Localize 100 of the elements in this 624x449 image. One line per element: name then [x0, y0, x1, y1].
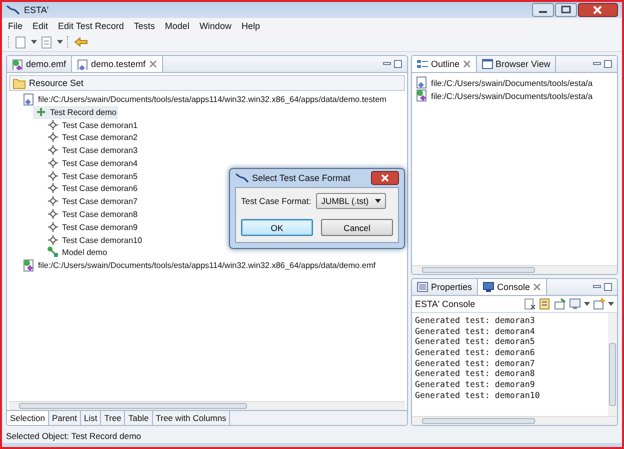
model-file-icon [416, 89, 428, 102]
horizontal-scrollbar[interactable] [9, 401, 405, 410]
close-icon[interactable] [578, 3, 618, 17]
new-console-icon[interactable] [593, 298, 605, 310]
menu-item[interactable]: Window [199, 20, 232, 30]
console-line: Generated test: demoran7 [415, 358, 536, 368]
tree-item[interactable]: Model demo [45, 246, 110, 260]
close-icon[interactable] [371, 171, 399, 185]
tab-label[interactable]: demo.testemf [91, 59, 146, 69]
dropdown-caret-icon[interactable] [584, 302, 590, 306]
diamond-node-icon [47, 182, 59, 196]
console-line: Generated test: demoran9 [415, 379, 536, 390]
editor-page-tab[interactable]: Tree [101, 411, 126, 425]
tree-item[interactable]: Test Case demoran2 [45, 131, 140, 144]
horizontal-scrollbar[interactable] [412, 416, 617, 425]
maximize-icon[interactable] [394, 60, 403, 68]
view-tab[interactable]: Console [478, 279, 548, 295]
editor-page-tab[interactable]: Parent [48, 411, 82, 425]
console-line: Generated test: demoran5 [415, 336, 536, 348]
outline-item[interactable]: file:/C:/Users/swain/Documents/tools/esta/a [416, 76, 613, 89]
properties-icon [417, 282, 428, 292]
format-dropdown[interactable]: JUMBL (.tst) [316, 193, 386, 209]
dropdown-caret-icon[interactable] [374, 199, 381, 203]
menu-item[interactable]: Edit [32, 20, 48, 30]
document-icon [416, 76, 428, 89]
tree-item[interactable]: file:/C:/Users/swain/Documents/tools/esta/apps114/win32.win32.x86_64/apps/data/demo.emf [21, 259, 378, 272]
minimize-icon[interactable] [593, 283, 602, 291]
display-console-icon[interactable] [569, 298, 581, 310]
outline-item[interactable]: file:/C:/Users/swain/Documents/tools/esta/a [416, 89, 613, 102]
scroll-lock-icon[interactable] [539, 298, 551, 310]
status-bar-text: Selected Object: Test Record demo [2, 428, 622, 443]
diamond-node-icon [47, 208, 59, 222]
minimize-icon[interactable] [383, 60, 392, 68]
model-file-icon [23, 259, 35, 272]
document-icon [77, 58, 88, 70]
vertical-scrollbar[interactable] [608, 313, 617, 416]
tree-item[interactable]: Test Case demoran4 [45, 156, 140, 170]
view-tab[interactable]: Outline [412, 56, 477, 72]
menu-item[interactable]: Help [241, 20, 260, 30]
document-icon [23, 92, 35, 106]
model-file-icon [12, 58, 23, 70]
tree-item[interactable]: Test Case demoran7 [45, 195, 140, 208]
dropdown-caret-icon[interactable] [608, 302, 614, 306]
dropdown-caret-icon[interactable] [57, 40, 63, 44]
browser-window-icon [482, 58, 493, 70]
minimize-icon[interactable] [593, 60, 602, 68]
diamond-node-icon [47, 195, 59, 208]
dialog-button[interactable]: OK [241, 219, 313, 236]
back-arrow-icon[interactable] [74, 37, 88, 47]
console-line: Generated test: demoran4 [415, 326, 536, 336]
tree-item[interactable]: Test Case demoran9 [45, 220, 140, 234]
app-logo-icon [235, 172, 249, 184]
menu-item[interactable]: Edit Test Record [58, 20, 124, 30]
editor-page-tab[interactable]: Table [125, 411, 153, 425]
app-logo-icon [6, 4, 20, 16]
field-label: Test Case Format: [241, 196, 312, 206]
editor-page-tab[interactable]: Selection [7, 411, 49, 425]
menu-item[interactable]: Tests [134, 20, 155, 30]
horizontal-scrollbar[interactable] [412, 265, 617, 274]
clear-console-icon[interactable] [524, 298, 536, 310]
maximize-icon[interactable] [604, 283, 613, 291]
pin-console-icon[interactable] [554, 298, 566, 310]
header-text: Resource Set [29, 78, 84, 88]
console-line: Generated test: demoran8 [415, 368, 536, 380]
dropdown-caret-icon[interactable] [31, 40, 37, 44]
tab-label[interactable]: Console [497, 282, 530, 292]
view-tab[interactable]: demo.testemf [72, 56, 163, 72]
tab-label[interactable]: demo.emf [26, 59, 66, 69]
menu-item[interactable]: File [8, 20, 23, 30]
minimize-icon[interactable] [532, 3, 554, 17]
console-line: Generated test: demoran6 [415, 347, 536, 358]
editor-page-tab[interactable]: Tree with Columns [152, 411, 230, 425]
console-title: ESTA' Console [415, 299, 476, 309]
tab-label[interactable]: Properties [431, 282, 472, 292]
monitor-icon [483, 282, 494, 292]
view-tab[interactable]: Browser View [476, 56, 556, 72]
tree-item[interactable]: Test Case demoran5 [45, 170, 140, 183]
maximize-icon[interactable] [604, 60, 613, 68]
diamond-node-icon [47, 144, 59, 158]
diamond-node-icon [47, 234, 59, 247]
tree-item[interactable]: Test Case demoran6 [45, 182, 140, 196]
tree-item[interactable]: file:/C:/Users/swain/Documents/tools/esta/apps114/win32.win32.x86_64/apps/data/demo.testem [21, 92, 388, 106]
maximize-icon[interactable] [555, 3, 577, 17]
tab-label[interactable]: Browser View [496, 59, 550, 69]
dialog-title: Select Test Case Format [252, 173, 350, 183]
tree-item[interactable]: Test Case demoran3 [45, 144, 140, 158]
outline-icon [417, 58, 428, 70]
plus-node-icon [35, 106, 47, 119]
model-node-icon [47, 246, 59, 260]
tree-item[interactable]: Test Case demoran10 [45, 234, 144, 247]
diamond-node-icon [47, 170, 59, 183]
console-line: Generated test: demoran3 [415, 315, 536, 326]
diamond-node-icon [47, 131, 59, 144]
menu-item[interactable]: Model [164, 20, 190, 30]
tree-item[interactable]: Test Case demoran1 [45, 118, 140, 132]
tree-item[interactable]: Test Case demoran8 [45, 208, 140, 222]
dialog-button[interactable]: Cancel [321, 219, 393, 236]
tree-item[interactable]: Test Record demo [33, 106, 118, 119]
editor-page-tab[interactable]: List [81, 411, 102, 425]
tab-label[interactable]: Outline [431, 59, 460, 69]
